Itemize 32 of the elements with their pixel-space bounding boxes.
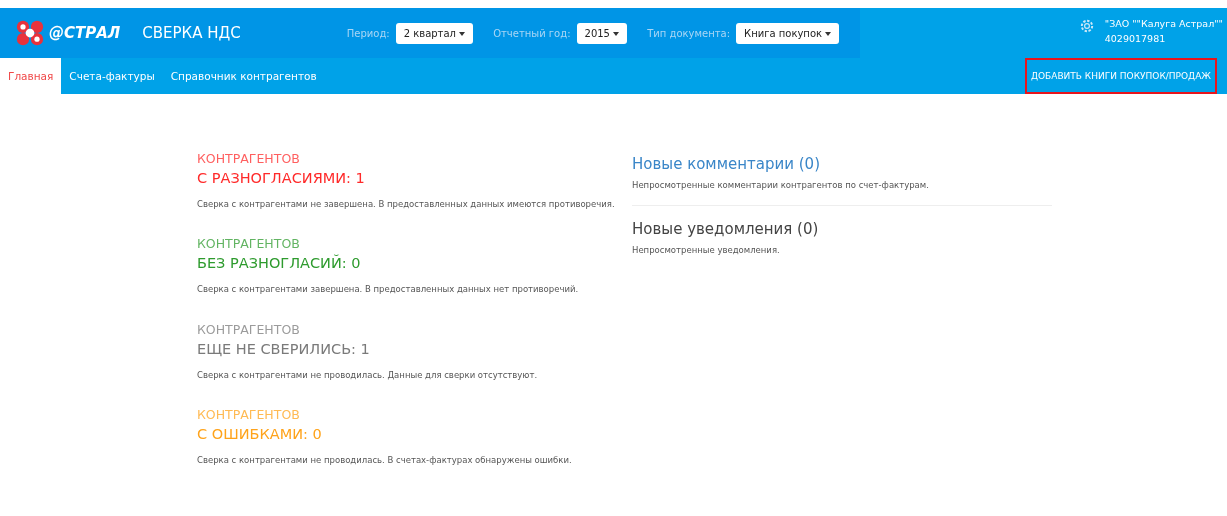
logo-icon <box>14 19 46 47</box>
summary-description: Сверка с контрагентами не завершена. В предоставленных данных имеются противоречия. <box>197 198 616 211</box>
nav-tab[interactable]: Счета-фактуры <box>61 58 163 94</box>
summary-description: Сверка с контрагентами завершена. В предоставленных данных нет противоречий. <box>197 283 580 296</box>
summary-overline: КОНТРАГЕНТОВ <box>197 321 301 337</box>
notice-title[interactable]: Новые комментарии (0) <box>632 155 1052 173</box>
settings-icon[interactable] <box>1078 18 1095 34</box>
summary-title: С ОШИБКАМИ: 0 <box>197 425 323 442</box>
summary-description: Сверка с контрагентами не проводилась. В счетах-фактурах обнаружены ошибки. <box>197 453 573 467</box>
notice-title[interactable]: Новые уведомления (0) <box>632 220 1052 239</box>
summary-title: С РАЗНОГЛАСИЯМИ: 1 <box>197 170 366 186</box>
add-books-button[interactable]: ДОБАВИТЬ КНИГИ ПОКУПОК/ПРОДАЖ <box>1024 58 1217 94</box>
summary-title: ЕЩЕ НЕ СВЕРИЛИСЬ: 1 <box>197 340 371 357</box>
notice-description: Непросмотренные комментарии контрагентов по счет-фактурам. <box>632 179 930 192</box>
logo-text: @СТРАЛ <box>49 24 121 42</box>
summary-overline: КОНТРАГЕНТОВ <box>197 236 301 252</box>
nav-tab[interactable]: Главная <box>0 58 62 94</box>
nav-tab[interactable]: Справочник контрагентов <box>162 58 325 94</box>
summary-title: БЕЗ РАЗНОГЛАСИЙ: 0 <box>197 255 362 272</box>
filter-label: Отчетный год: <box>493 27 571 39</box>
notice-description: Непросмотренные уведомления. <box>632 244 781 257</box>
filter-dropdown[interactable]: 2 квартал <box>395 22 474 44</box>
filter-dropdown[interactable]: 2015 <box>576 22 628 44</box>
summary-overline: КОНТРАГЕНТОВ <box>197 406 301 422</box>
filter-label: Период: <box>346 27 390 39</box>
summary-description: Сверка с контрагентами не проводилась. Данные для сверки отсутствуют. <box>197 368 539 381</box>
organization-inn: 4029017981 <box>1104 33 1167 44</box>
app-title: СВЕРКА НДС <box>142 24 241 42</box>
filter-label: Тип документа: <box>647 27 731 39</box>
organization-name: "ЗАО ""Калуга Астрал"" <box>1104 18 1223 29</box>
filter-dropdown[interactable]: Книга покупок <box>736 22 840 44</box>
summary-overline: КОНТРАГЕНТОВ <box>197 151 301 166</box>
